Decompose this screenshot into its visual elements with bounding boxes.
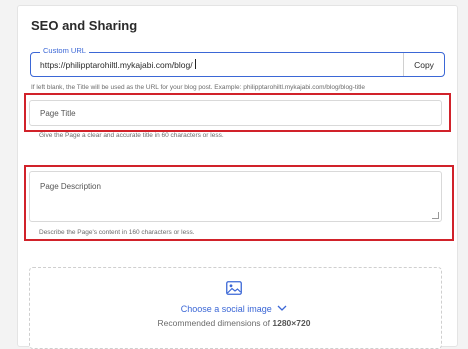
recommended-dimensions: Recommended dimensions of 1280×720 (0, 318, 468, 328)
page-title-highlight (24, 93, 451, 132)
choose-social-image-button[interactable]: Choose a social image (0, 304, 468, 314)
custom-url-field[interactable]: Custom URL https://philipptarohiltl.myka… (30, 46, 445, 77)
custom-url-label: Custom URL (40, 46, 89, 55)
chevron-down-icon (277, 305, 287, 311)
dims-prefix: Recommended dimensions of (157, 318, 270, 328)
page-description-highlight (24, 165, 454, 241)
text-caret (194, 59, 196, 69)
dims-value: 1280×720 (272, 318, 311, 328)
custom-url-input[interactable]: https://philipptarohiltl.mykajabi.com/bl… (40, 59, 196, 70)
custom-url-help: If left blank, the Title will be used as… (31, 84, 365, 91)
choose-social-image-label: Choose a social image (180, 304, 272, 314)
page-title-help: Give the Page a clear and accurate title… (39, 132, 224, 139)
image-icon (226, 281, 242, 295)
copy-button[interactable]: Copy (403, 53, 444, 76)
custom-url-value: https://philipptarohiltl.mykajabi.com/bl… (40, 60, 193, 70)
section-title: SEO and Sharing (31, 18, 138, 33)
